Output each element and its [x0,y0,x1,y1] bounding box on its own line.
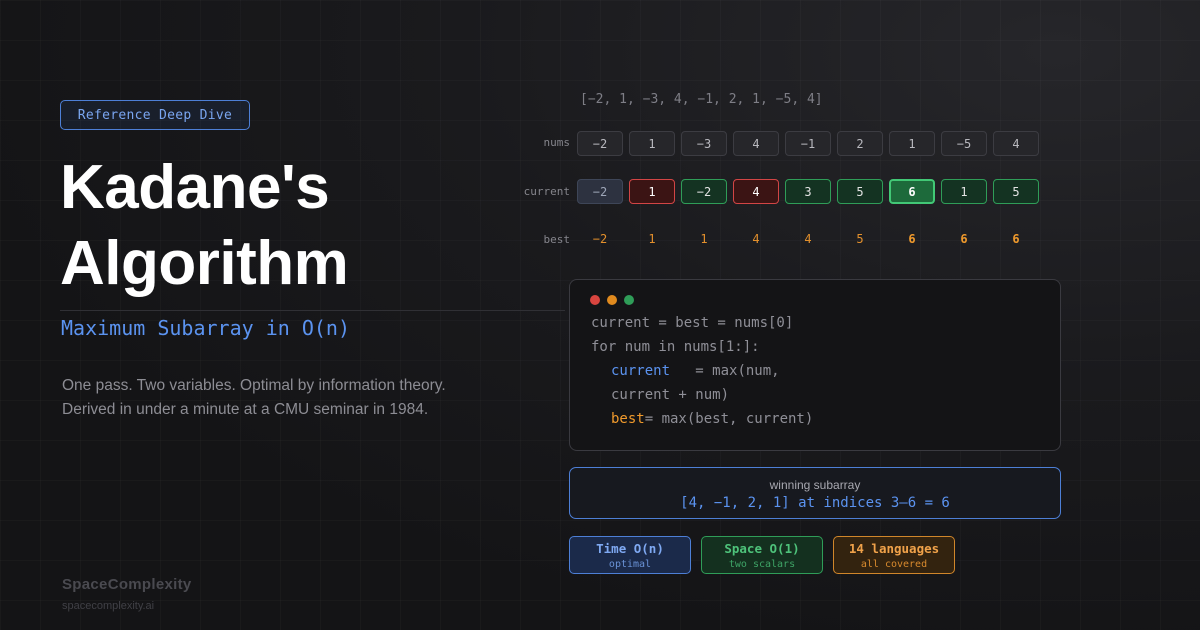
array-literal: [−2, 1, −3, 4, −1, 2, 1, −5, 4] [580,92,823,107]
current-cell: −2 [681,179,727,204]
current-cell: 1 [629,179,675,204]
time-complexity-note: optimal [608,559,652,570]
nums-cell: −1 [785,131,831,156]
best-value: 6 [1012,232,1020,246]
subtitle: Maximum Subarray in O(n) [61,316,350,340]
nums-cell: −3 [681,131,727,156]
nums-cell: 2 [837,131,883,156]
code-best-keyword: best [611,411,645,427]
best-value: 5 [856,232,864,246]
nums-cell: 1 [629,131,675,156]
space-complexity-note: two scalars [728,559,796,570]
best-value: 1 [648,232,656,246]
code-line-2: for num in nums[1:]: [591,339,760,355]
languages-note: all covered [860,559,928,570]
window-minimize-dot [607,295,617,305]
current-cell: 1 [941,179,987,204]
brand-name: SpaceComplexity [62,576,192,593]
best-value: 6 [960,232,968,246]
best-value: 4 [804,232,812,246]
current-cell: 5 [837,179,883,204]
description-line-1: One pass. Two variables. Optimal by info… [62,377,446,394]
best-value: 1 [700,232,708,246]
description-line-2: Derived in under a minute at a CMU semin… [62,401,429,418]
code-line-4: current + num) [611,387,730,403]
code-line-3: current = max(num, [611,363,780,379]
code-window: current = best = nums[0] for num in nums… [569,279,1061,451]
code-line-3-rest: = max(num, [670,363,780,379]
brand-url: spacecomplexity.ai [62,600,155,612]
current-cell: 5 [993,179,1039,204]
current-cell: 4 [733,179,779,204]
current-cell: −2 [577,179,623,204]
best-value: 4 [752,232,760,246]
code-line-5: best= max(best, current) [611,411,813,427]
winning-subarray-label: winning subarray [769,478,861,492]
best-row-label: best [543,233,571,246]
time-complexity-pill: Time O(n) optimal [569,536,691,574]
languages-label: 14 languages [848,541,940,556]
current-cell: 3 [785,179,831,204]
reference-badge: Reference Deep Dive [60,100,250,130]
title-divider [60,310,565,311]
page-title: Kadane's Algorithm [60,150,520,302]
code-current-keyword: current [611,363,671,379]
winning-subarray-value: [4, −1, 2, 1] at indices 3–6 = 6 [680,495,950,511]
nums-cell: 4 [993,131,1039,156]
nums-cell: 4 [733,131,779,156]
time-complexity-label: Time O(n) [596,541,664,556]
current-cell: 6 [889,179,935,204]
current-row-label: current [523,185,570,198]
space-complexity-label: Space O(1) [724,541,800,556]
space-complexity-pill: Space O(1) two scalars [701,536,823,574]
nums-cell: −2 [577,131,623,156]
title-line-2: Algorithm [60,229,349,298]
winning-subarray-box: winning subarray [4, −1, 2, 1] at indice… [569,467,1061,519]
best-value: −2 [592,232,608,246]
nums-cell: −5 [941,131,987,156]
window-maximize-dot [624,295,634,305]
code-line-5-rest: = max(best, current) [644,411,814,427]
code-line-1: current = best = nums[0] [591,315,794,331]
nums-row-label: nums [543,136,571,149]
nums-cell: 1 [889,131,935,156]
description: One pass. Two variables. Optimal by info… [62,374,502,422]
languages-pill: 14 languages all covered [833,536,955,574]
title-line-1: Kadane's [60,153,330,222]
best-value: 6 [908,232,916,246]
window-close-dot [590,295,600,305]
